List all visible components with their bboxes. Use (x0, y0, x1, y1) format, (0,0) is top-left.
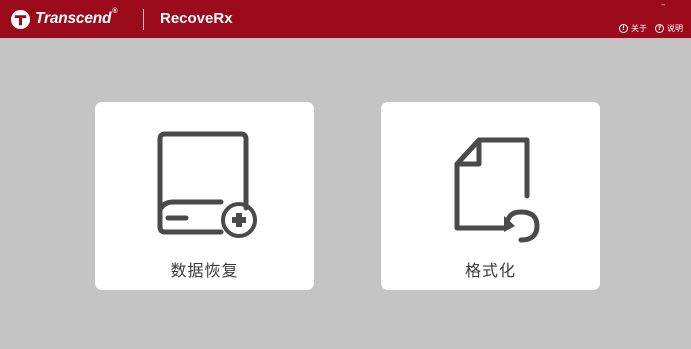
help-link[interactable]: ? 说明 (655, 23, 683, 34)
app-title: RecoveRx (160, 10, 233, 27)
title-bar: Transcend® RecoveRx – ! 关于 ? 说明 (0, 0, 691, 38)
help-icon: ? (655, 24, 664, 33)
info-icon: ! (619, 24, 628, 33)
header-divider (143, 9, 144, 30)
format-card[interactable]: 格式化 (381, 102, 600, 290)
minimize-button[interactable]: – (661, 0, 666, 10)
data-recovery-label: 数据恢复 (170, 261, 239, 280)
data-recovery-card[interactable]: 数据恢复 (95, 102, 314, 290)
top-links: ! 关于 ? 说明 (619, 23, 683, 34)
format-label: 格式化 (464, 261, 516, 280)
help-label: 说明 (667, 24, 683, 33)
about-label: 关于 (631, 24, 647, 33)
transcend-logo-icon (10, 9, 31, 29)
about-link[interactable]: ! 关于 (619, 23, 647, 34)
transcend-logo: Transcend® (10, 8, 117, 30)
brand-name: Transcend® (35, 8, 118, 27)
drive-add-icon (157, 131, 257, 238)
file-format-icon (454, 137, 540, 243)
